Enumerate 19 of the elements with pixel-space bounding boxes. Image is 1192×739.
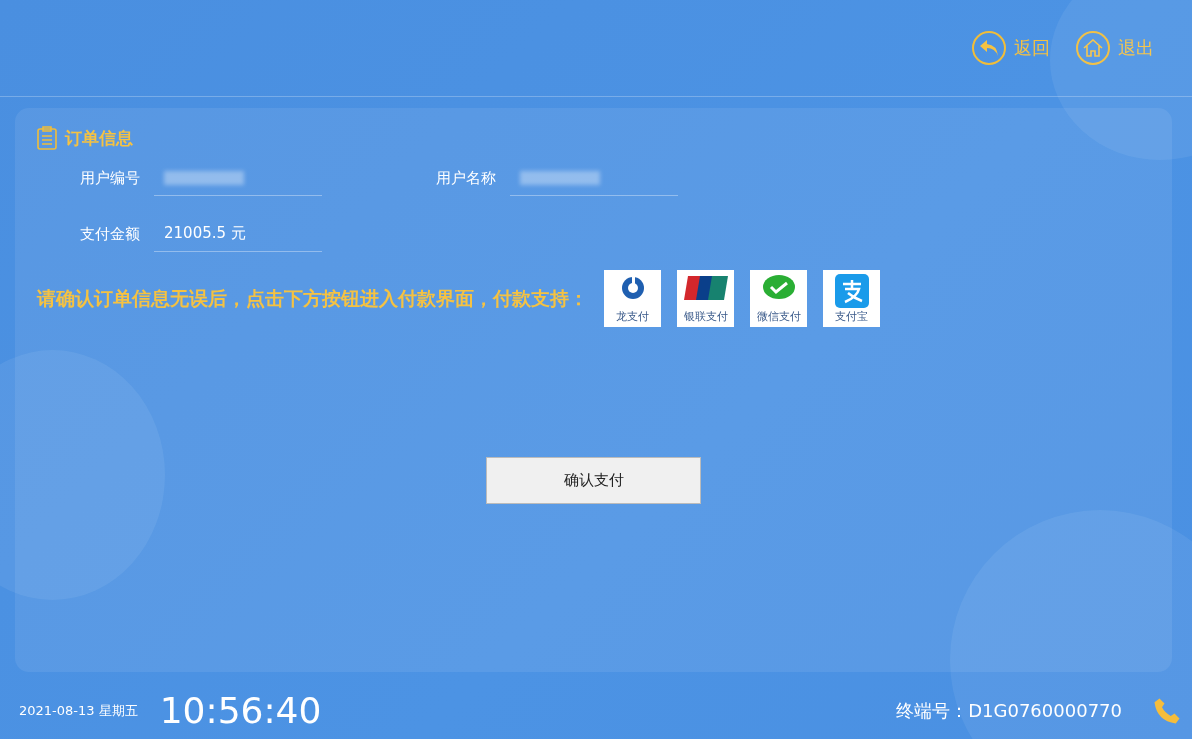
- terminal-id: D1G0760000770: [968, 700, 1122, 721]
- clipboard-icon: [37, 126, 57, 150]
- field-label: 用户名称: [436, 168, 496, 188]
- field-label: 支付金额: [80, 224, 140, 244]
- exit-button[interactable]: 退出: [1076, 31, 1154, 65]
- payment-notice: 请确认订单信息无误后，点击下方按钮进入付款界面，付款支持：: [37, 285, 588, 311]
- confirm-pay-button[interactable]: 确认支付: [486, 457, 701, 504]
- back-button[interactable]: 返回: [972, 31, 1050, 65]
- clock-text: 10:56:40: [159, 690, 322, 731]
- payment-method-label: 微信支付: [756, 309, 801, 324]
- payment-method-label: 龙支付: [616, 309, 649, 324]
- field-value: 21005.5 元: [154, 216, 322, 252]
- home-icon: [1076, 31, 1110, 65]
- payment-method-label: 银联支付: [683, 309, 728, 324]
- field-label: 用户编号: [80, 168, 140, 188]
- payment-method-label: 支付宝: [835, 309, 868, 324]
- terminal-label: 终端号：: [896, 698, 969, 723]
- date-text: 2021-08-13 星期五: [19, 701, 138, 720]
- section-title: 订单信息: [65, 126, 133, 150]
